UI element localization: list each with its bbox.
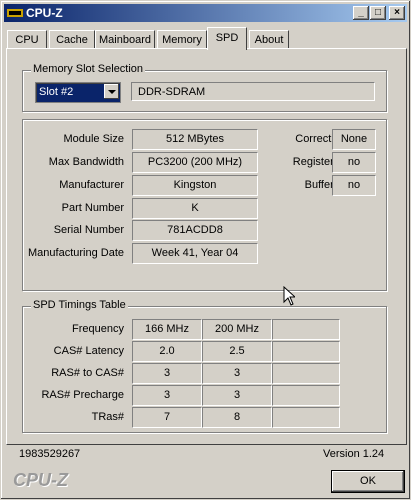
memory-type-field: DDR-SDRAM xyxy=(131,82,375,101)
minimize-icon: _ xyxy=(358,7,364,18)
timing-cell xyxy=(272,385,340,406)
close-icon: × xyxy=(394,7,400,18)
timing-cell: 3 xyxy=(202,385,272,406)
manufacturer-label: Manufacturer xyxy=(59,179,124,191)
timing-cell xyxy=(272,341,340,362)
timing-cell: 8 xyxy=(202,407,272,428)
timing-cell xyxy=(272,363,340,384)
tab-mainboard[interactable]: Mainboard xyxy=(95,30,155,49)
module-size-value: 512 MBytes xyxy=(132,129,258,150)
timing-cell xyxy=(272,407,340,428)
manufacturing-date-label: Manufacturing Date xyxy=(28,247,124,259)
tab-cpu[interactable]: CPU xyxy=(7,30,47,49)
memory-slot-group-label: Memory Slot Selection xyxy=(31,63,146,75)
tab-memory[interactable]: Memory xyxy=(157,30,207,49)
max-bandwidth-label: Max Bandwidth xyxy=(48,156,124,168)
ok-button[interactable]: OK xyxy=(331,470,405,493)
window-title: CPU-Z xyxy=(26,6,63,20)
timing-label: CAS# Latency xyxy=(53,345,124,357)
timing-label: RAS# to CAS# xyxy=(51,367,124,379)
version-text: Version 1.24 xyxy=(323,448,385,460)
mouse-pointer-icon xyxy=(283,286,295,306)
serial-number-value: 781ACDD8 xyxy=(132,220,258,241)
timing-cell: 7 xyxy=(132,407,202,428)
maximize-icon: □ xyxy=(374,7,382,18)
slot-select-value: Slot #2 xyxy=(39,86,74,98)
timing-cell: 3 xyxy=(132,385,202,406)
title-bar[interactable]: CPU-Z _ □ × xyxy=(4,4,407,22)
timing-label: Frequency xyxy=(72,323,124,335)
cpuz-logo: CPU-Z xyxy=(13,470,68,490)
buffered-value: no xyxy=(332,175,376,196)
serial-number-footer: 1983529267 xyxy=(19,448,81,460)
chevron-down-icon[interactable] xyxy=(104,84,119,99)
tab-cache[interactable]: Cache xyxy=(49,30,95,49)
module-size-label: Module Size xyxy=(63,133,124,145)
timing-cell: 2.5 xyxy=(202,341,272,362)
timing-cell xyxy=(272,319,340,340)
part-number-value: K xyxy=(132,198,258,219)
maximize-button[interactable]: □ xyxy=(370,6,386,20)
cpuz-window: CPU-Z _ □ × CPU Cache Mainboard Memory S… xyxy=(0,0,411,500)
part-number-label: Part Number xyxy=(61,202,124,214)
registered-value: no xyxy=(332,152,376,173)
manufacturing-date-value: Week 41, Year 04 xyxy=(132,243,258,264)
timing-label: RAS# Precharge xyxy=(41,389,124,401)
timing-cell: 3 xyxy=(202,363,272,384)
max-bandwidth-value: PC3200 (200 MHz) xyxy=(132,152,258,173)
cpuz-app-icon xyxy=(7,9,23,17)
timing-label: TRas# xyxy=(91,411,124,423)
timing-cell: 2.0 xyxy=(132,341,202,362)
slot-select[interactable]: Slot #2 xyxy=(35,82,121,103)
timing-cell: 166 MHz xyxy=(132,319,202,340)
timing-cell: 3 xyxy=(132,363,202,384)
timing-cell: 200 MHz xyxy=(202,319,272,340)
spd-timings-group-label: SPD Timings Table xyxy=(31,299,128,311)
serial-number-label: Serial Number xyxy=(53,224,124,236)
minimize-button[interactable]: _ xyxy=(353,6,369,20)
tab-about[interactable]: About xyxy=(249,30,289,49)
manufacturer-value: Kingston xyxy=(132,175,258,196)
correction-value: None xyxy=(332,129,376,150)
close-button[interactable]: × xyxy=(389,6,405,20)
tab-spd[interactable]: SPD xyxy=(207,27,247,50)
